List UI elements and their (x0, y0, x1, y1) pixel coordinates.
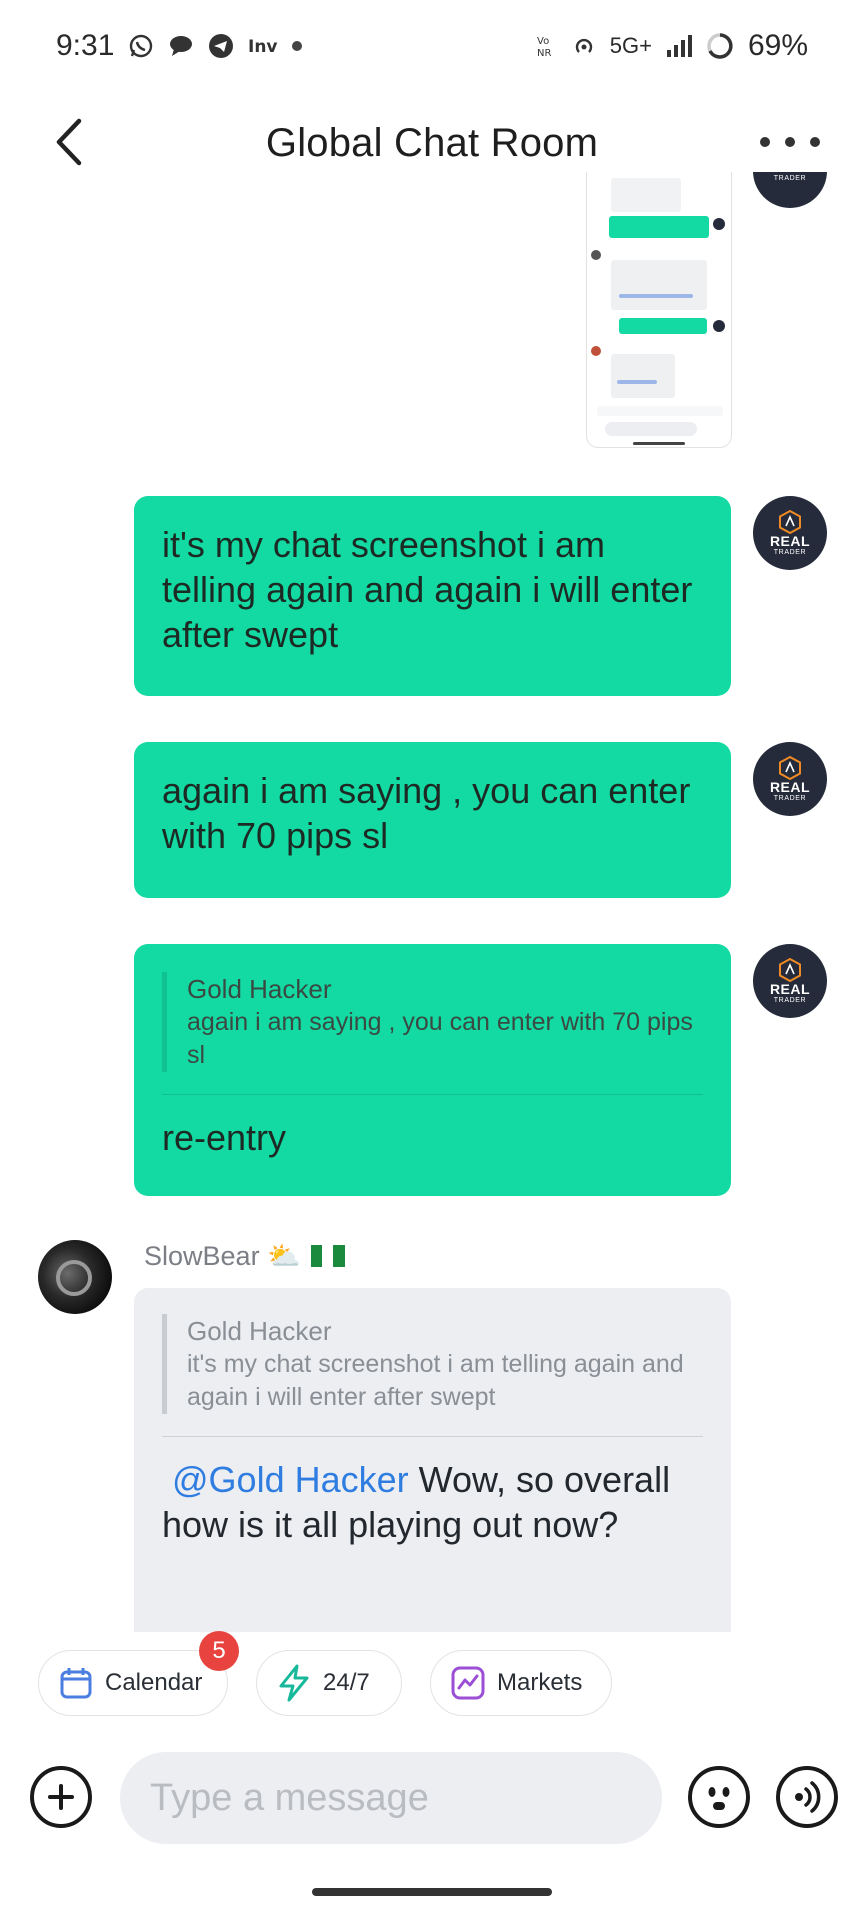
chip-label: Markets (497, 1669, 583, 1696)
signal-icon (666, 34, 692, 58)
thumb-chips (597, 406, 723, 416)
chip-label: Calendar (105, 1669, 203, 1696)
user-avatar[interactable] (38, 1240, 112, 1314)
thumb-avatar (591, 346, 601, 356)
status-bar: 9:31 Inv Vo NR 5G+ 69% (0, 0, 864, 92)
chat-bubble-icon (168, 34, 194, 58)
message-text: re-entry (162, 1117, 287, 1158)
svg-text:Inv: Inv (248, 37, 278, 57)
avatar[interactable]: REAL TRADER (753, 944, 827, 1018)
thumb-input (605, 422, 697, 436)
avatar-label: REAL (769, 980, 811, 997)
voice-wave-icon (795, 1781, 821, 1813)
quoted-message[interactable]: Gold Hacker it's my chat screenshot i am… (162, 1314, 703, 1414)
voice-button[interactable] (776, 1766, 838, 1828)
lightning-icon (279, 1664, 309, 1702)
quoted-text: it's my chat screenshot i am telling aga… (187, 1350, 684, 1411)
message-bubble-outgoing[interactable]: again i am saying , you can enter with 7… (134, 742, 731, 898)
thumb-home-bar (633, 442, 685, 445)
message-composer (0, 1752, 864, 1844)
volte-icon: Vo NR (536, 33, 558, 59)
quoted-author: Gold Hacker (187, 974, 332, 1004)
steering-wheel-image (56, 1260, 92, 1296)
avatar-sublabel: TRADER (773, 174, 807, 182)
message-bubble-incoming-reply[interactable]: Gold Hacker it's my chat screenshot i am… (134, 1288, 731, 1632)
more-dot-icon (785, 137, 795, 147)
message-bubble-outgoing[interactable]: it's my chat screenshot i am telling aga… (134, 496, 731, 696)
thumb-bubble (611, 260, 707, 310)
message-body: @Gold Hacker Wow, so overall how is it a… (162, 1457, 703, 1547)
page-title: Global Chat Room (265, 120, 599, 165)
thumb-bubble (609, 216, 709, 238)
avatar[interactable]: REAL TRADER (753, 496, 827, 570)
avatar[interactable]: REAL TRADER (753, 742, 827, 816)
investing-app-icon: Inv (248, 35, 278, 57)
plus-icon (48, 1784, 74, 1810)
quote-divider (162, 1094, 703, 1095)
thumb-bubble (611, 354, 675, 398)
back-button[interactable] (40, 114, 96, 170)
thumb-quote-block (611, 178, 681, 212)
quoted-message[interactable]: Gold Hacker again i am saying , you can … (162, 972, 703, 1072)
thumb-avatar (591, 250, 601, 260)
battery-level: 69% (747, 29, 808, 62)
status-right: Vo NR 5G+ 69% (536, 29, 808, 63)
sender-name[interactable]: SlowBear ⛅ (144, 1240, 345, 1272)
more-options-button[interactable] (760, 122, 820, 162)
logo-hex-icon (779, 509, 801, 534)
message-text: it's my chat screenshot i am telling aga… (162, 524, 693, 655)
sender-name-text: SlowBear ⛅ (144, 1241, 301, 1271)
whatsapp-icon (128, 33, 154, 59)
thumb-avatar (713, 218, 725, 230)
quoted-text: again i am saying , you can enter with 7… (187, 1008, 693, 1069)
chevron-left-icon (56, 118, 82, 166)
message-input[interactable] (120, 1752, 662, 1844)
thumb-text-line (617, 380, 657, 384)
chip-24-7[interactable]: 24/7 (256, 1650, 402, 1716)
emoji-icon (708, 1787, 730, 1810)
chip-calendar[interactable]: Calendar 5 (38, 1631, 239, 1716)
telegram-icon (208, 33, 234, 59)
more-dot-icon (760, 137, 770, 147)
nigeria-flag-icon (310, 1245, 345, 1267)
quoted-author: Gold Hacker (187, 1316, 332, 1346)
logo-hex-icon (779, 755, 801, 780)
avatar-label: REAL (769, 532, 811, 549)
svg-text:NR: NR (537, 48, 551, 59)
svg-text:Vo: Vo (537, 36, 549, 47)
notification-dot-icon (292, 41, 303, 51)
thumb-text-line (619, 294, 693, 298)
message-bubble-outgoing-reply[interactable]: Gold Hacker again i am saying , you can … (134, 944, 731, 1196)
avatar-sublabel: TRADER (773, 548, 807, 556)
avatar-label: REAL (769, 778, 811, 795)
battery-ring-icon (706, 32, 734, 60)
hotspot-icon (572, 34, 596, 58)
quick-action-chips: Calendar 5 24/7 Markets (0, 1631, 864, 1716)
emoji-button[interactable] (688, 1766, 750, 1828)
status-left: 9:31 Inv (56, 29, 303, 63)
avatar-sublabel: TRADER (773, 996, 807, 1004)
chip-label: 24/7 (323, 1669, 370, 1696)
more-dot-icon (810, 137, 820, 147)
network-type: 5G+ (609, 33, 652, 58)
quote-divider (162, 1436, 703, 1437)
logo-hex-icon (779, 957, 801, 982)
message-text: again i am saying , you can enter with 7… (162, 770, 691, 856)
message-image-thumbnail[interactable] (586, 172, 732, 448)
thumb-avatar (713, 320, 725, 332)
avatar-sublabel: TRADER (773, 794, 807, 802)
mention-link[interactable]: @Gold Hacker (162, 1459, 409, 1500)
status-time: 9:31 (56, 29, 115, 62)
chat-message-list[interactable]: REAL TRADER it's my chat screenshot i am… (0, 172, 864, 1632)
chip-markets[interactable]: Markets (430, 1650, 612, 1716)
thumb-bubble (619, 318, 707, 334)
attach-button[interactable] (30, 1766, 92, 1828)
calendar-icon (60, 1668, 92, 1699)
home-indicator[interactable] (312, 1888, 552, 1896)
chart-icon (451, 1666, 485, 1700)
notification-badge: 5 (199, 1631, 239, 1671)
avatar[interactable]: REAL TRADER (753, 172, 827, 208)
